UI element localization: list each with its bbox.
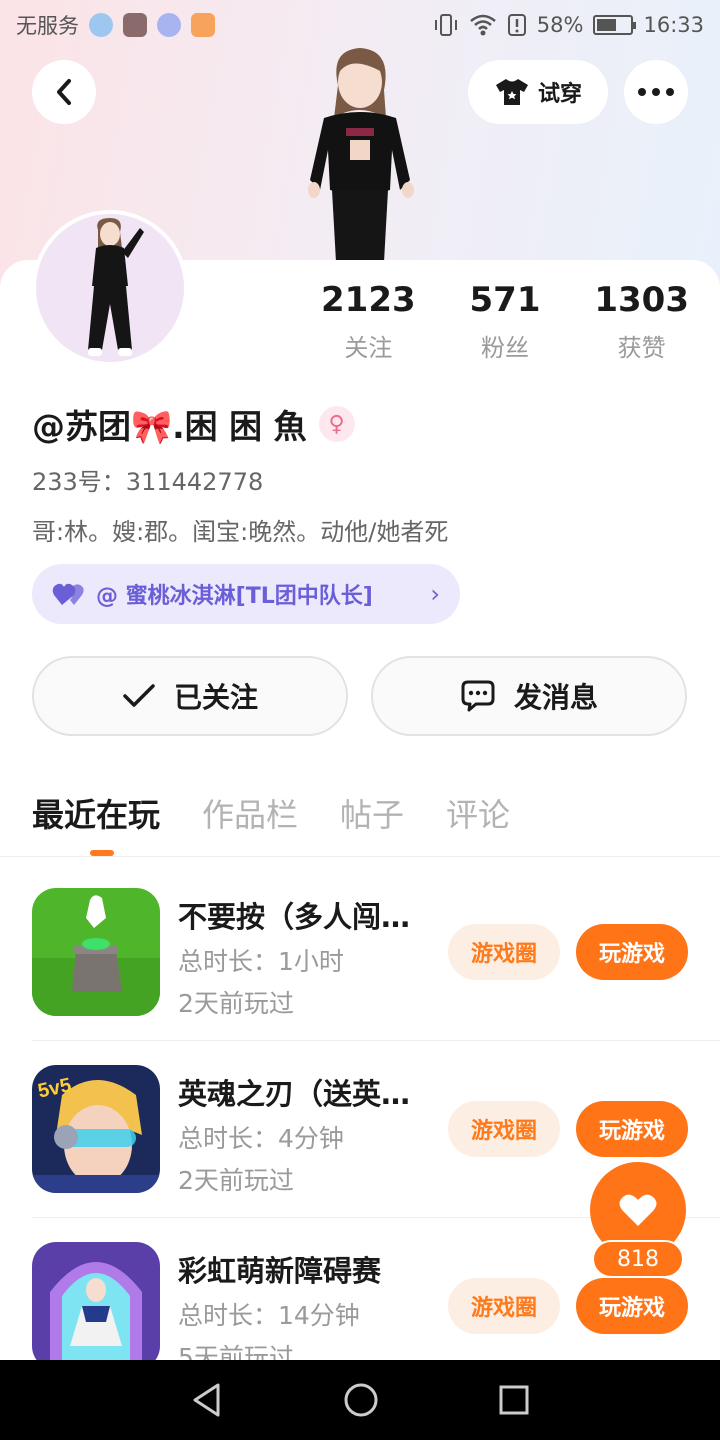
play-app-icon [191, 13, 215, 37]
app-notification-icon [89, 13, 113, 37]
wifi-icon [469, 14, 496, 36]
chevron-left-icon [57, 79, 71, 105]
checkmark-icon [123, 684, 155, 707]
row-divider [32, 1040, 720, 1041]
tab-works[interactable]: 作品栏 [202, 790, 298, 836]
following-stat[interactable]: 2123 关注 [300, 280, 437, 363]
more-options-button[interactable] [624, 60, 688, 124]
clock-time: 16:33 [643, 13, 704, 37]
music-app-icon [157, 13, 181, 37]
message-button-label: 发消息 [513, 681, 598, 714]
user-bio: 哥:林。嫂:郡。闺宝:晚然。动他/她者死 [32, 518, 449, 546]
chat-bubble-icon [461, 680, 495, 712]
game-icon-hero-blade: 5v5 [32, 1065, 160, 1193]
alert-icon [507, 14, 526, 36]
play-game-button[interactable]: 玩游戏 [576, 1101, 688, 1157]
vibrate-icon [434, 14, 457, 36]
nav-home-icon[interactable] [343, 1382, 379, 1418]
game-duration: 总时长：4分钟 [178, 1124, 344, 1153]
game-circle-button[interactable]: 游戏圈 [448, 1101, 560, 1157]
follow-button[interactable]: 已关注 [32, 656, 348, 736]
following-label: 关注 [344, 334, 393, 362]
tab-posts[interactable]: 帖子 [340, 790, 404, 836]
female-gender-icon: ♀ [318, 406, 355, 442]
game-row[interactable]: 不要按（多人闯… 总时长：1小时 2天前玩过 游戏圈 玩游戏 [0, 888, 720, 1065]
followers-label: 粉丝 [481, 334, 529, 362]
followers-stat[interactable]: 571 粉丝 [437, 280, 574, 363]
profile-tabs: 最近在玩 作品栏 帖子 评论 [32, 790, 510, 836]
game-title: 英魂之刃（送英… [178, 1077, 411, 1111]
tab-comments[interactable]: 评论 [446, 790, 510, 836]
nickname: @苏团🎀.困 困 魚 [32, 407, 307, 446]
more-dots-icon [638, 88, 674, 96]
video-app-icon [123, 13, 147, 37]
nickname-row: @苏团🎀.困 困 魚 ♀ [32, 400, 355, 448]
carrier-text: 无服务 [16, 14, 79, 38]
game-duration: 总时长：1小时 [178, 947, 344, 976]
game-title: 彩虹萌新障碍赛 [178, 1254, 382, 1288]
battery-percent: 58% [536, 13, 584, 37]
chevron-right-icon: › [430, 580, 440, 608]
game-duration: 总时长：14分钟 [178, 1301, 360, 1330]
following-count: 2123 [321, 280, 416, 320]
battery-level-bar [597, 19, 617, 31]
character-model-image [308, 48, 414, 262]
nav-recents-icon[interactable] [498, 1384, 530, 1416]
double-heart-icon [52, 583, 84, 605]
game-icon-dont-press [32, 888, 160, 1016]
likes-stat[interactable]: 1303 获赞 [573, 280, 710, 363]
game-title: 不要按（多人闯… [178, 900, 411, 934]
heart-icon [619, 1194, 657, 1226]
system-navigation-bar [0, 1360, 720, 1440]
game-circle-button[interactable]: 游戏圈 [448, 924, 560, 980]
like-count: 818 [592, 1240, 684, 1278]
avatar[interactable] [32, 210, 188, 366]
back-button[interactable] [32, 60, 96, 124]
play-game-button[interactable]: 玩游戏 [576, 924, 688, 980]
game-circle-button[interactable]: 游戏圈 [448, 1278, 560, 1334]
tab-recently-played[interactable]: 最近在玩 [32, 790, 160, 836]
try-on-button[interactable]: 试穿 [468, 60, 608, 124]
try-on-label: 试穿 [537, 82, 582, 107]
game-last-played: 2天前玩过 [178, 989, 294, 1018]
likes-label: 获赞 [617, 334, 666, 362]
tshirt-icon [495, 79, 528, 105]
play-game-button[interactable]: 玩游戏 [576, 1278, 688, 1334]
user-id: 233号：311442778 [32, 468, 264, 496]
profile-stats: 2123 关注 571 粉丝 1303 获赞 [300, 280, 710, 363]
game-last-played: 2天前玩过 [178, 1166, 294, 1195]
likes-count: 1303 [594, 280, 689, 320]
avatar-character-image [36, 214, 184, 362]
tabs-divider [0, 856, 720, 857]
team-link[interactable]: @ 蜜桃冰淇淋[TL团中队长] › [32, 564, 460, 624]
game-icon-rainbow-race [32, 1242, 160, 1370]
battery-icon [593, 15, 637, 35]
follow-button-label: 已关注 [173, 681, 258, 714]
followers-count: 571 [469, 280, 541, 320]
team-link-label: @ 蜜桃冰淇淋[TL团中队长] [96, 584, 373, 609]
message-button[interactable]: 发消息 [371, 656, 687, 736]
nav-back-icon[interactable] [190, 1382, 224, 1418]
